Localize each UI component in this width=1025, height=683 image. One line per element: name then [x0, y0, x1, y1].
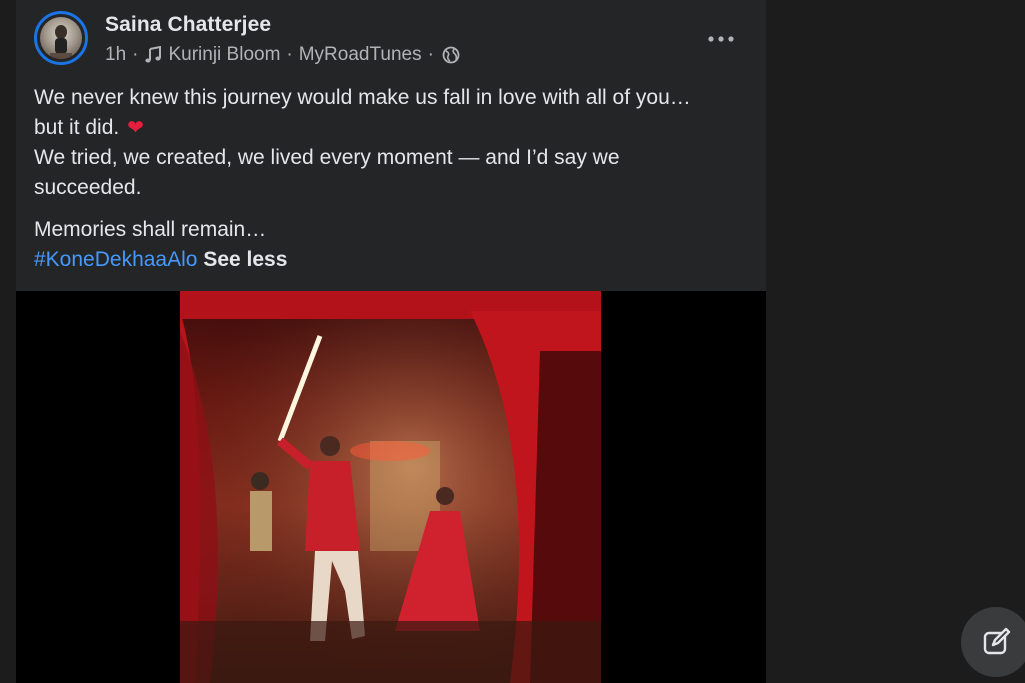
- music-note-icon: [144, 45, 162, 64]
- see-less-button[interactable]: See less: [203, 248, 287, 271]
- text-line: We never knew this journey would make us…: [34, 86, 691, 109]
- post-meta: 1h · Kurinji Bloom · MyRoadTunes ·: [105, 44, 460, 66]
- text-line: but it did. ❤: [34, 113, 749, 143]
- more-options-icon: [708, 36, 734, 42]
- text-line-content: but it did.: [34, 116, 120, 139]
- text-line: We tried, we created, we lived every mom…: [34, 146, 620, 169]
- text-line: #KoneDekhaaAlo See less: [34, 245, 749, 275]
- text-line: succeeded.: [34, 176, 142, 199]
- text-line: Memories shall remain…: [34, 218, 267, 241]
- song-title[interactable]: Kurinji Bloom: [168, 44, 280, 66]
- post-text: We never knew this journey would make us…: [34, 83, 749, 275]
- more-options-button[interactable]: [704, 22, 738, 56]
- song-channel[interactable]: MyRoadTunes: [299, 44, 422, 66]
- separator: ·: [286, 44, 293, 65]
- hashtag-link[interactable]: #KoneDekhaaAlo: [34, 248, 197, 271]
- post-card: Saina Chatterjee 1h · Kurinji Bloom · My…: [16, 0, 766, 683]
- new-message-icon: [983, 627, 1011, 655]
- globe-icon[interactable]: [442, 46, 460, 64]
- separator: ·: [427, 44, 434, 65]
- video-frame: [180, 291, 601, 683]
- avatar[interactable]: [34, 11, 88, 65]
- heart-emoji: ❤: [127, 117, 144, 139]
- separator: ·: [132, 44, 139, 65]
- post-header: Saina Chatterjee 1h · Kurinji Bloom · My…: [16, 0, 766, 80]
- author-name[interactable]: Saina Chatterjee: [105, 13, 271, 37]
- new-message-button[interactable]: [961, 607, 1025, 677]
- post-time[interactable]: 1h: [105, 44, 126, 66]
- video-player[interactable]: [16, 291, 766, 683]
- avatar-image: [40, 17, 82, 59]
